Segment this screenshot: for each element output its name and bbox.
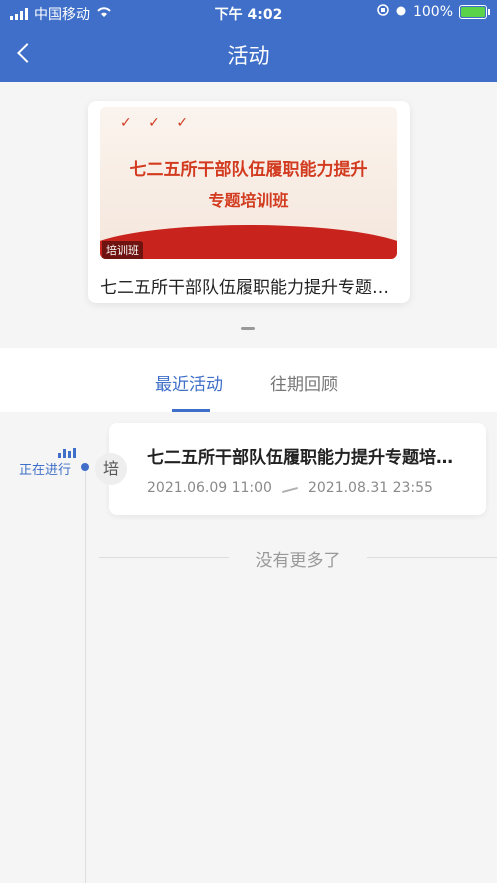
timeline-line [85, 468, 86, 883]
orientation-lock-icon [377, 4, 389, 20]
category-tag: 培训班 [102, 241, 143, 259]
poster-line-2: 专题培训班 [208, 191, 289, 210]
event-time-range: 2021.06.09 11:00 2021.08.31 23:55 [147, 480, 433, 496]
event-start-time: 2021.06.09 11:00 [147, 480, 272, 496]
tab-bar: 最近活动 往期回顾 [0, 348, 497, 412]
active-tab-indicator [172, 409, 210, 412]
status-label: 正在进行 [19, 463, 72, 478]
alarm-icon [395, 4, 407, 20]
banner-title: 七二五所干部队伍履职能力提升专题培训班 [100, 278, 398, 298]
event-end-time: 2021.08.31 23:55 [307, 480, 433, 496]
event-title: 七二五所干部队伍履职能力提升专题培训班 [147, 448, 467, 468]
battery-icon [459, 5, 490, 19]
poster-decoration [100, 225, 397, 259]
arrow-right-icon [282, 483, 298, 493]
app-header: 中国移动 下午 4:02 100% 活动 [0, 0, 497, 82]
birds-icon: ✓ ✓ ✓ [120, 115, 195, 131]
tab-recent[interactable]: 最近活动 [155, 370, 223, 395]
timeline-dot [81, 463, 89, 471]
banner-poster-image: ✓ ✓ ✓ 七二五所干部队伍履职能力提升 专题培训班 培训班 [100, 107, 397, 259]
event-type-badge: 培 [95, 453, 127, 485]
tab-past[interactable]: 往期回顾 [270, 370, 338, 395]
no-more-divider: 没有更多了 [99, 545, 497, 571]
no-more-text: 没有更多了 [255, 551, 341, 571]
banner-card[interactable]: ✓ ✓ ✓ 七二五所干部队伍履职能力提升 专题培训班 培训班 七二五所干部队伍履… [88, 101, 410, 303]
event-card[interactable]: 培 七二五所干部队伍履职能力提升专题培训班 2021.06.09 11:00 2… [95, 423, 486, 515]
poster-line-1: 七二五所干部队伍履职能力提升 [129, 160, 368, 180]
status-bar: 中国移动 下午 4:02 100% [0, 0, 497, 26]
status-right: 100% [377, 4, 490, 20]
page-title: 活动 [227, 44, 270, 68]
battery-percent: 100% [412, 4, 453, 20]
carousel-indicator[interactable] [241, 327, 255, 330]
banner-carousel: ✓ ✓ ✓ 七二五所干部队伍履职能力提升 专题培训班 培训班 七二五所干部队伍履… [0, 82, 497, 348]
nav-bar: 活动 [0, 26, 497, 82]
in-progress-icon [58, 448, 76, 458]
